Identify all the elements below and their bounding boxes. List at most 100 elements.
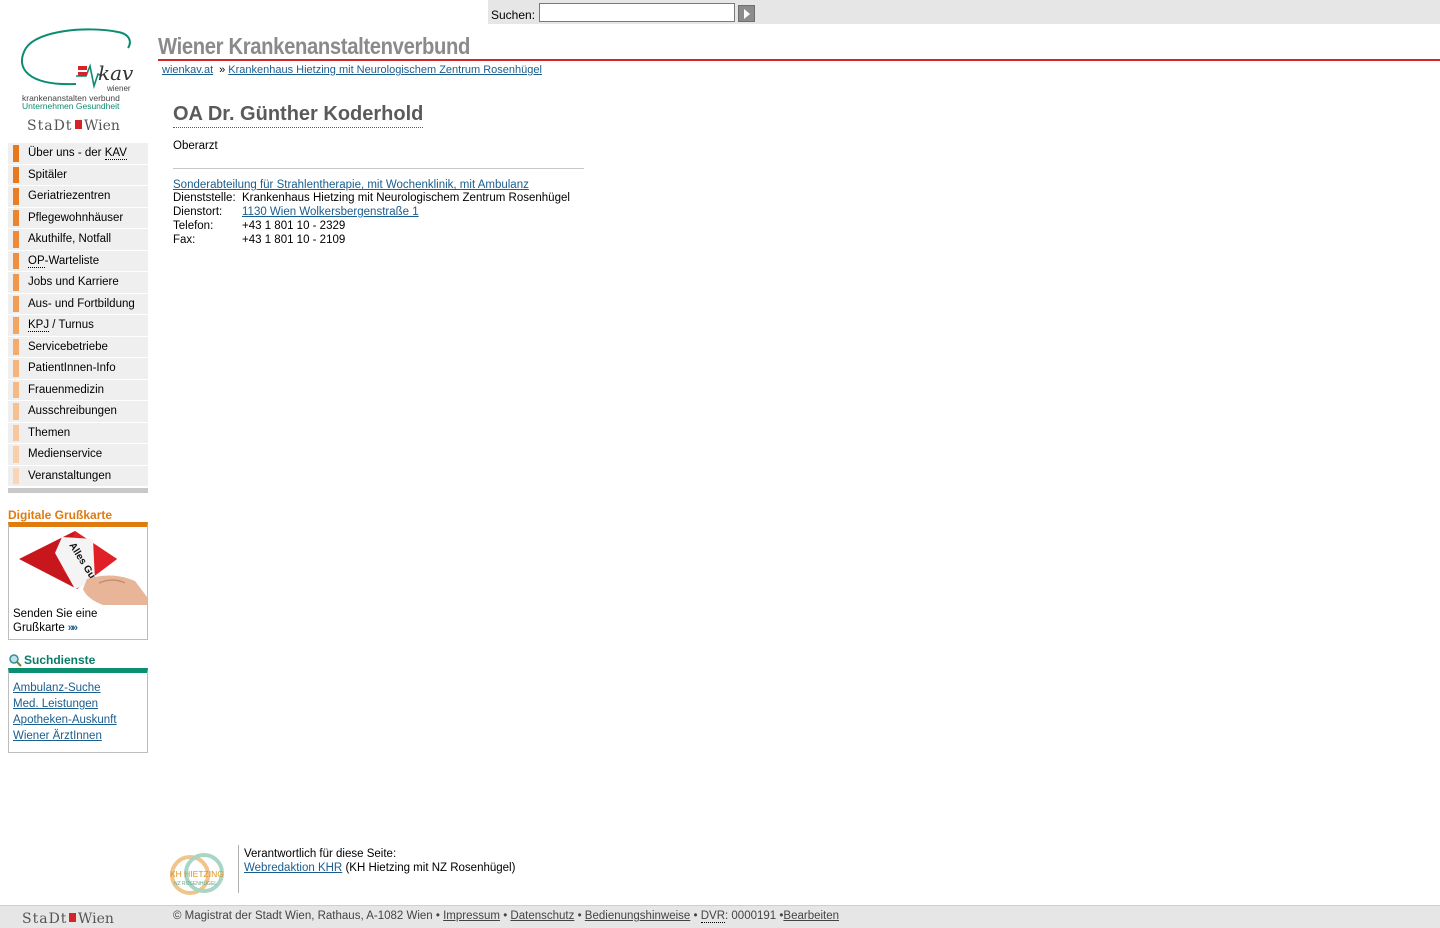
- search-service-item: Apotheken-Auskunft: [13, 712, 117, 728]
- footer-bullet: •: [693, 910, 698, 922]
- svg-text:StaDt: StaDt: [27, 118, 72, 134]
- footer-edit-link[interactable]: Bearbeiten: [783, 910, 839, 922]
- nav-item-abbr: KPJ: [28, 319, 50, 333]
- kav-logo-graphic: kav wiener krankenanstalten verbund Unte…: [20, 28, 134, 134]
- nav-item-label: Veranstaltungen: [28, 470, 111, 482]
- person-role: Oberarzt: [173, 140, 218, 152]
- svg-text:kav: kav: [98, 61, 134, 85]
- search-service-link[interactable]: Ambulanz-Suche: [13, 682, 101, 694]
- nav-item[interactable]: Medienservice: [8, 444, 148, 466]
- nav-footer-bar: [8, 487, 148, 493]
- nav-item[interactable]: Veranstaltungen: [8, 465, 148, 487]
- page-footer: StaDt Wien © Magistrat der Stadt Wien, R…: [0, 905, 1440, 928]
- search-service-item: Ambulanz-Suche: [13, 680, 117, 696]
- nav-item-label: Ausschreibungen: [28, 405, 117, 417]
- nav-item-label: PatientInnen-Info: [28, 362, 116, 374]
- nav-item-label: Frauenmedizin: [28, 384, 104, 396]
- nav-item-label-text: Aus- und Fortbildung: [28, 297, 135, 310]
- nav-item[interactable]: OP-Warteliste: [8, 250, 148, 272]
- breadcrumb-home-link[interactable]: wienkav.at: [162, 64, 213, 76]
- nav-item-label: Geriatriezentren: [28, 190, 110, 202]
- nav-item[interactable]: Ausschreibungen: [8, 401, 148, 423]
- nav-item-marker: [13, 188, 19, 205]
- search-submit-button[interactable]: [738, 5, 755, 22]
- contact-value-link[interactable]: 1130 Wien Wolkersbergenstraße 1: [242, 206, 419, 218]
- breadcrumb-current-link[interactable]: Krankenhaus Hietzing mit Neurologischem …: [228, 64, 542, 76]
- contact-value: +43 1 801 10 - 2109: [242, 234, 346, 246]
- side-navigation: Über uns - der KAV Spitäler Geriatriezentr…: [8, 143, 148, 493]
- nav-item-label: Themen: [28, 427, 70, 439]
- nav-item-label: Über uns - der KAV: [28, 147, 127, 161]
- footer-datenschutz-link[interactable]: Datenschutz: [510, 910, 574, 922]
- nav-item-label: Medienservice: [28, 448, 102, 460]
- double-chevron-right-icon[interactable]: »»: [68, 622, 78, 634]
- nav-item-marker: [13, 295, 19, 312]
- nav-item-label-text: Pflegewohnhäuser: [28, 211, 124, 224]
- nav-item-label: Akuthilfe, Notfall: [28, 233, 111, 245]
- nav-item-marker: [13, 360, 19, 377]
- search-services-list: Ambulanz-Suche Med. Leistungen Apotheken-A…: [13, 680, 117, 744]
- nav-item-abbr: KAV: [104, 147, 127, 161]
- footer-bedienung-link[interactable]: Bedienungshinweise: [585, 910, 691, 922]
- nav-item[interactable]: Aus- und Fortbildung: [8, 293, 148, 315]
- search-service-link[interactable]: Apotheken-Auskunft: [13, 714, 117, 726]
- nav-item-marker: [13, 274, 19, 291]
- contact-value-cell: +43 1 801 10 - 2109: [242, 233, 570, 247]
- search-input[interactable]: [539, 3, 735, 22]
- nav-item-label-text: Jobs und Karriere: [28, 276, 119, 289]
- nav-item[interactable]: Geriatriezentren: [8, 186, 148, 208]
- nav-item[interactable]: Themen: [8, 422, 148, 444]
- search-services-box: Ambulanz-Suche Med. Leistungen Apotheken-A…: [8, 668, 148, 753]
- nav-item-label-text: Ausschreibungen: [28, 405, 117, 418]
- responsible-suffix: (KH Hietzing mit NZ Rosenhügel): [345, 862, 516, 874]
- title-divider: [158, 59, 1440, 61]
- greeting-card-box[interactable]: Alles Gute Senden Sie eine Grußkarte»»: [8, 522, 148, 640]
- nav-item[interactable]: Pflegewohnhäuser: [8, 207, 148, 229]
- footer-impressum-link[interactable]: Impressum: [443, 910, 500, 922]
- footer-bullet: •: [503, 910, 508, 922]
- contact-value-cell: +43 1 801 10 - 2329: [242, 219, 570, 233]
- nav-item[interactable]: Jobs und Karriere: [8, 272, 148, 294]
- breadcrumb-separator: »: [219, 64, 226, 76]
- contact-row: Dienststelle: Krankenhaus Hietzing mit Ne…: [173, 191, 570, 205]
- nav-item-label-text: Akuthilfe, Notfall: [28, 233, 112, 246]
- nav-item[interactable]: Frauenmedizin: [8, 379, 148, 401]
- kav-logo[interactable]: kav wiener krankenanstalten verbund Unte…: [18, 28, 140, 136]
- responsible-link[interactable]: Webredaktion KHR: [244, 862, 342, 874]
- footer-dvr-abbr: DVR: [700, 910, 726, 923]
- nav-item[interactable]: Servicebetriebe: [8, 336, 148, 358]
- greeting-card-text: Senden Sie eine Grußkarte»»: [13, 607, 97, 635]
- search-label: Suchen:: [491, 8, 536, 22]
- department-link[interactable]: Sonderabteilung für Strahlentherapie, mi…: [173, 179, 529, 191]
- contact-key: Dienststelle:: [173, 192, 236, 204]
- nav-item[interactable]: Spitäler: [8, 164, 148, 186]
- svg-text:StaDt: StaDt: [22, 911, 67, 926]
- search-service-item: Wiener ÄrztInnen: [13, 728, 117, 744]
- contact-key: Dienstort:: [173, 206, 223, 218]
- nav-item[interactable]: Über uns - der KAV: [8, 143, 148, 165]
- contact-row: Dienstort: 1130 Wien Wolkersbergenstraße …: [173, 205, 570, 219]
- nav-item-marker: [13, 467, 19, 484]
- footer-copyright: © Magistrat der Stadt Wien, Rathaus, A-1…: [173, 910, 440, 922]
- nav-item-label-text: PatientInnen-Info: [28, 362, 116, 375]
- nav-item-label: OP-Warteliste: [28, 254, 100, 268]
- nav-item-label: Aus- und Fortbildung: [28, 298, 135, 310]
- nav-item-label-suffix: / Turnus: [49, 319, 94, 332]
- contact-key: Telefon:: [173, 220, 214, 232]
- kh-logo-line2: NZ ROSENHÜGEL: [174, 880, 217, 887]
- search-service-link[interactable]: Wiener ÄrztInnen: [13, 730, 102, 742]
- nav-item[interactable]: PatientInnen-Info: [8, 358, 148, 380]
- stadt-wien-logo: StaDt Wien: [22, 911, 114, 926]
- footer-dvr-value: : 0000191 •: [725, 910, 784, 922]
- contact-table: Dienststelle: Krankenhaus Hietzing mit Ne…: [173, 191, 570, 247]
- nav-item[interactable]: Akuthilfe, Notfall: [8, 229, 148, 251]
- greeting-text-line1: Senden Sie eine: [13, 608, 98, 620]
- nav-item-label: Jobs und Karriere: [28, 276, 119, 288]
- nav-item-label: Pflegewohnhäuser: [28, 212, 123, 224]
- nav-item[interactable]: KPJ / Turnus: [8, 315, 148, 337]
- nav-item-label-text: Frauenmedizin: [28, 383, 105, 396]
- svg-text:Wien: Wien: [78, 911, 114, 926]
- nav-item-label: Spitäler: [28, 169, 67, 181]
- search-service-link[interactable]: Med. Leistungen: [13, 698, 98, 710]
- nav-item-label-suffix: -Warteliste: [44, 254, 100, 267]
